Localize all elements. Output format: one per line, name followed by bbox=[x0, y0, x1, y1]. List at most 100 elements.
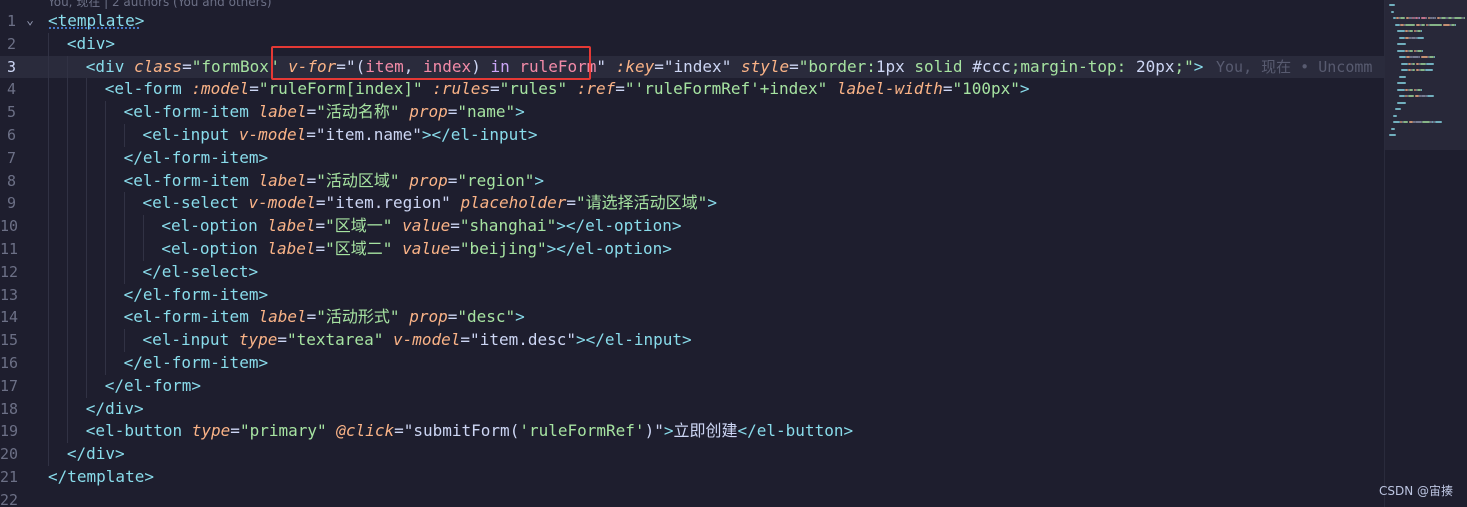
fold-chevron-icon[interactable]: ⌄ bbox=[22, 10, 38, 33]
minimap-token bbox=[1429, 23, 1442, 26]
line-number[interactable]: 3 bbox=[0, 56, 16, 79]
line-number[interactable]: 14 bbox=[0, 306, 18, 329]
code-token: ></el-option> bbox=[546, 238, 672, 258]
line-number[interactable]: 18 bbox=[0, 398, 18, 421]
minimap-token bbox=[1464, 17, 1465, 19]
minimap-token bbox=[1427, 95, 1434, 97]
code-line[interactable]: 10 <el-option label="区域一" value="shanghai… bbox=[0, 215, 1384, 238]
line-content[interactable]: </div> bbox=[86, 398, 144, 421]
code-editor[interactable]: You, 现在 | 2 authors (You and others) 1 ⌄ <… bbox=[0, 0, 1384, 507]
code-token: " bbox=[566, 330, 577, 350]
code-line[interactable]: 17 </el-form> bbox=[0, 374, 1384, 398]
code-token: <div bbox=[85, 56, 134, 76]
line-content[interactable]: <el-input v-model="item.name"></el-input… bbox=[143, 124, 538, 147]
line-number[interactable]: 5 bbox=[0, 101, 16, 124]
line-content[interactable]: </el-form> bbox=[105, 375, 201, 398]
code-line[interactable]: 8 <el-form-item label="活动区域" prop="region… bbox=[0, 169, 1384, 193]
code-token: v-model bbox=[248, 193, 316, 213]
line-content[interactable]: <el-form-item label="活动形式" prop="desc"> bbox=[124, 306, 525, 329]
code-lines[interactable]: 1 ⌄ <template> 2 <div> 3 <div class="formBox" … bbox=[0, 10, 1384, 507]
line-number[interactable]: 13 bbox=[0, 284, 18, 307]
code-line[interactable]: 7 </el-form-item> bbox=[0, 146, 1384, 170]
line-number[interactable]: 20 bbox=[0, 443, 18, 466]
line-number[interactable]: 22 bbox=[0, 489, 18, 507]
code-line[interactable]: 4 <el-form :model="ruleForm[index]" :rule… bbox=[0, 78, 1384, 102]
line-number[interactable]: 1 bbox=[0, 10, 16, 33]
line-number[interactable]: 12 bbox=[0, 261, 18, 284]
code-line[interactable]: 6 <el-input v-model="item.name"></el-inpu… bbox=[0, 123, 1384, 147]
code-token: = bbox=[182, 56, 192, 76]
code-token: @click bbox=[336, 421, 395, 441]
indent-guide bbox=[123, 237, 125, 261]
line-content[interactable]: <el-option label="区域一" value="shanghai">… bbox=[161, 215, 681, 238]
line-content[interactable]: </el-form-item> bbox=[124, 284, 269, 307]
line-content[interactable]: <el-input type="textarea" v-model="item.… bbox=[143, 329, 692, 352]
line-content[interactable]: <el-form :model="ruleForm[index]" :rules… bbox=[105, 78, 1030, 101]
code-line[interactable]: 3 <div class="formBox" v-for="(item, inde… bbox=[0, 55, 1384, 79]
indent-guide bbox=[104, 192, 106, 216]
indent-guide bbox=[48, 78, 49, 102]
line-content[interactable]: </el-form-item> bbox=[124, 147, 269, 170]
line-content[interactable]: <el-form-item label="活动名称" prop="name"> bbox=[124, 101, 525, 124]
minimap-token bbox=[1397, 30, 1405, 32]
minimap-token bbox=[1434, 56, 1435, 58]
line-number[interactable]: 17 bbox=[0, 375, 18, 398]
code-line[interactable]: 19 <el-button type="primary" @click="subm… bbox=[0, 420, 1384, 444]
git-blame-header[interactable]: You, 现在 | 2 authors (You and others) bbox=[48, 0, 272, 10]
line-number[interactable]: 19 bbox=[0, 420, 18, 443]
line-number[interactable]: 11 bbox=[0, 238, 18, 261]
code-line[interactable]: 21 </template> bbox=[0, 466, 1384, 489]
code-line[interactable]: 12 </el-select> bbox=[0, 260, 1384, 284]
line-content[interactable]: <el-form-item label="活动区域" prop="region"… bbox=[124, 170, 544, 193]
code-line[interactable]: 16 </el-form-item> bbox=[0, 351, 1384, 375]
code-token: ></el-option> bbox=[556, 216, 682, 236]
line-content[interactable]: </el-form-item> bbox=[124, 352, 269, 375]
line-number[interactable]: 4 bbox=[0, 78, 16, 101]
code-token: v-for bbox=[288, 56, 337, 76]
minimap-slider[interactable] bbox=[1385, 0, 1467, 150]
code-token: "primary" bbox=[239, 421, 327, 441]
code-token: </el-button> bbox=[737, 421, 854, 441]
minimap-token bbox=[1426, 62, 1434, 65]
code-line[interactable]: 2 <div> bbox=[0, 32, 1384, 56]
code-line[interactable]: 5 <el-form-item label="活动名称" prop="name"> bbox=[0, 101, 1384, 124]
code-line[interactable]: 14 <el-form-item label="活动形式" prop="desc"… bbox=[0, 306, 1384, 330]
code-token: > bbox=[1019, 79, 1030, 99]
indent-guide bbox=[104, 329, 106, 352]
code-token: item bbox=[365, 56, 404, 76]
indent-guide bbox=[66, 260, 68, 284]
line-number[interactable]: 16 bbox=[0, 352, 18, 375]
line-content[interactable]: <div> bbox=[67, 33, 115, 56]
minimap[interactable] bbox=[1384, 0, 1467, 507]
line-content[interactable]: <el-option label="区域二" value="beijing"><… bbox=[161, 238, 671, 261]
code-line[interactable]: 11 <el-option label="区域二" value="beijing"… bbox=[0, 237, 1384, 261]
inline-git-blame[interactable]: You, 现在 • Uncomm bbox=[1216, 56, 1372, 79]
code-token: " bbox=[596, 56, 607, 76]
line-number[interactable]: 2 bbox=[0, 33, 16, 56]
code-line[interactable]: 15 <el-input type="textarea" v-model="ite… bbox=[0, 329, 1384, 352]
line-number[interactable]: 9 bbox=[0, 192, 16, 215]
line-content[interactable]: <el-button type="primary" @click="submit… bbox=[86, 420, 853, 443]
code-line[interactable]: 18 </div> bbox=[0, 397, 1384, 421]
code-line[interactable]: 20 </div> bbox=[0, 443, 1384, 466]
line-number[interactable]: 8 bbox=[0, 170, 16, 193]
line-number[interactable]: 7 bbox=[0, 147, 16, 170]
line-content[interactable]: </el-select> bbox=[143, 261, 259, 284]
line-number[interactable]: 15 bbox=[0, 329, 18, 352]
code-line[interactable]: 9 <el-select v-model="item.region" placeh… bbox=[0, 192, 1384, 216]
line-content[interactable]: </div> bbox=[67, 443, 125, 466]
code-token: ) bbox=[644, 421, 655, 441]
line-content[interactable]: <div class="formBox" v-for="(item, index… bbox=[86, 56, 1204, 79]
code-token: <el-form bbox=[104, 79, 192, 99]
line-content[interactable]: </template> bbox=[48, 466, 154, 489]
code-line[interactable]: 13 </el-form-item> bbox=[0, 283, 1384, 307]
line-number[interactable]: 6 bbox=[0, 124, 16, 147]
code-line[interactable]: 22 bbox=[0, 489, 1384, 507]
line-number[interactable]: 10 bbox=[0, 215, 18, 238]
line-number[interactable]: 21 bbox=[0, 466, 18, 489]
code-line[interactable]: 1 ⌄ <template> bbox=[0, 10, 1384, 33]
line-content[interactable]: <el-select v-model="item.region" placeho… bbox=[143, 192, 717, 215]
code-token: <el-input bbox=[142, 330, 239, 350]
